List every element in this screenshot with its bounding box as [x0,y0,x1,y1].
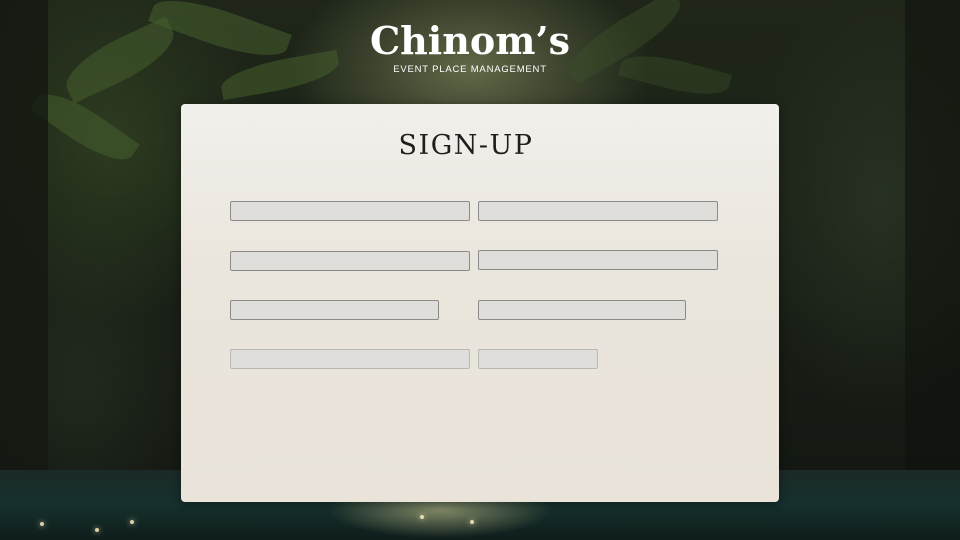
signup-field-6[interactable] [478,300,686,320]
brand-logo: Chinom’s [369,18,571,63]
signup-field-4[interactable] [478,250,718,270]
signup-title: SIGN-UP [398,130,534,161]
water-sparkle [420,515,424,519]
signup-field-3[interactable] [230,251,470,271]
brand-header: Chinom’s EVENT PLACE MANAGEMENT [0,18,940,76]
signup-field-1[interactable] [230,201,470,221]
signup-field-5[interactable] [230,300,439,320]
signup-field-2[interactable] [478,201,718,221]
water-sparkle [470,520,474,524]
brand-tagline: EVENT PLACE MANAGEMENT [393,64,547,75]
tree-trunk [0,0,48,540]
water-sparkle [130,520,134,524]
signup-card: SIGN-UP [181,104,779,502]
water-sparkle [95,528,99,532]
signup-field-7[interactable] [230,349,470,369]
signup-field-8[interactable] [478,349,598,369]
water-sparkle [40,522,44,526]
